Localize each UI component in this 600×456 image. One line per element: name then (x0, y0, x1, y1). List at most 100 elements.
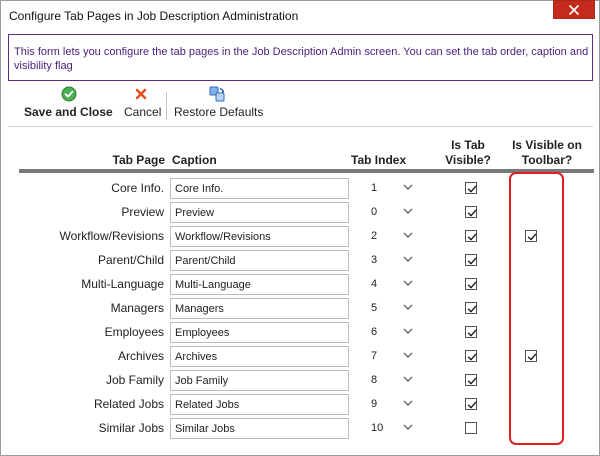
info-panel: This form lets you configure the tab pag… (8, 34, 593, 81)
caption-input[interactable] (170, 274, 349, 295)
checkmark-icon (467, 281, 477, 289)
tab-index-value: 7 (371, 350, 378, 362)
checkmark-icon (467, 233, 477, 241)
refresh-icon (209, 86, 225, 102)
table-row: Multi-Language 4 (1, 273, 600, 295)
checkmark-icon (467, 377, 477, 385)
table-row: Managers 5 (1, 297, 600, 319)
restore-defaults-button[interactable]: Restore Defaults (172, 84, 264, 122)
is-tab-visible-checkbox[interactable] (465, 398, 477, 410)
caption-input[interactable] (170, 202, 349, 223)
header-caption: Caption (172, 153, 217, 167)
is-tab-visible-checkbox[interactable] (465, 422, 477, 434)
tab-index-dropdown[interactable]: 1 (365, 178, 418, 199)
tab-index-dropdown[interactable]: 3 (365, 250, 418, 271)
tab-index-dropdown[interactable]: 2 (365, 226, 418, 247)
caption-input[interactable] (170, 346, 349, 367)
caption-input[interactable] (170, 394, 349, 415)
checkmark-icon (527, 233, 537, 241)
tab-page-name: Archives (117, 349, 164, 363)
tab-index-value: 6 (371, 326, 378, 338)
save-and-close-button[interactable]: Save and Close (21, 84, 117, 122)
tab-page-name: Related Jobs (93, 397, 164, 411)
tab-index-dropdown[interactable]: 8 (365, 370, 418, 391)
caption-input[interactable] (170, 226, 349, 247)
tab-page-name: Job Family (105, 373, 164, 387)
is-tab-visible-checkbox[interactable] (465, 326, 477, 338)
is-tab-visible-checkbox[interactable] (465, 230, 477, 242)
caption-input[interactable] (170, 322, 349, 343)
is-tab-visible-checkbox[interactable] (465, 254, 477, 266)
tab-page-name: Parent/Child (97, 253, 164, 267)
close-icon (569, 4, 579, 15)
tab-index-dropdown[interactable]: 4 (365, 274, 418, 295)
tab-page-name: Workflow/Revisions (59, 229, 164, 243)
save-and-close-label: Save and Close (24, 105, 113, 119)
chevron-down-icon (403, 376, 413, 382)
caption-input[interactable] (170, 298, 349, 319)
tab-page-name: Multi-Language (81, 277, 164, 291)
close-button[interactable] (553, 0, 595, 19)
chevron-down-icon (403, 232, 413, 238)
header-is-tab-visible: Is Tab Visible? (445, 138, 491, 167)
checkmark-icon (467, 185, 477, 193)
tab-page-name: Preview (121, 205, 164, 219)
toolbar-separator (166, 92, 167, 120)
table-row: Related Jobs 9 (1, 393, 600, 415)
checkmark-icon (467, 305, 477, 313)
tab-index-value: 0 (371, 206, 378, 218)
caption-input[interactable] (170, 250, 349, 271)
header-tab-page: Tab Page (112, 153, 165, 167)
caption-input[interactable] (170, 418, 349, 439)
table-row: Parent/Child 3 (1, 249, 600, 271)
tab-index-value: 9 (371, 398, 378, 410)
tab-page-name: Employees (104, 325, 164, 339)
tab-index-dropdown[interactable]: 9 (365, 394, 418, 415)
table-row: Workflow/Revisions 2 (1, 225, 600, 247)
chevron-down-icon (403, 208, 413, 214)
chevron-down-icon (403, 424, 413, 430)
tab-index-value: 8 (371, 374, 378, 386)
is-tab-visible-checkbox[interactable] (465, 278, 477, 290)
checkmark-icon (467, 353, 477, 361)
tab-page-name: Similar Jobs (98, 421, 164, 435)
restore-defaults-label: Restore Defaults (174, 105, 264, 119)
is-tab-visible-checkbox[interactable] (465, 206, 477, 218)
cancel-label: Cancel (124, 105, 162, 119)
configure-tab-pages-dialog: Configure Tab Pages in Job Description A… (0, 0, 600, 456)
tab-index-dropdown[interactable]: 6 (365, 322, 418, 343)
tab-page-name: Core Info. (111, 181, 164, 195)
caption-input[interactable] (170, 178, 349, 199)
tab-index-value: 2 (371, 230, 378, 242)
tab-index-value: 10 (371, 422, 384, 434)
tab-index-dropdown[interactable]: 7 (365, 346, 418, 367)
tab-index-dropdown[interactable]: 5 (365, 298, 418, 319)
tab-index-value: 4 (371, 278, 378, 290)
chevron-down-icon (403, 328, 413, 334)
tab-index-dropdown[interactable]: 10 (365, 418, 418, 439)
tab-index-value: 1 (371, 182, 378, 194)
is-tab-visible-checkbox[interactable] (465, 302, 477, 314)
tab-index-value: 5 (371, 302, 378, 314)
checkmark-icon (467, 209, 477, 217)
table-row: Employees 6 (1, 321, 600, 343)
caption-input[interactable] (170, 370, 349, 391)
is-visible-on-toolbar-checkbox[interactable] (525, 350, 537, 362)
window-title: Configure Tab Pages in Job Description A… (9, 9, 299, 23)
is-tab-visible-checkbox[interactable] (465, 374, 477, 386)
is-visible-on-toolbar-checkbox[interactable] (525, 230, 537, 242)
checkmark-icon (527, 353, 537, 361)
chevron-down-icon (403, 280, 413, 286)
cancel-button[interactable]: Cancel (121, 84, 161, 122)
checkmark-icon (467, 257, 477, 265)
checkmark-icon (61, 86, 77, 102)
header-tab-index: Tab Index (351, 153, 407, 167)
title-bar: Configure Tab Pages in Job Description A… (1, 0, 599, 31)
chevron-down-icon (403, 304, 413, 310)
tab-index-dropdown[interactable]: 0 (365, 202, 418, 223)
table-row: Job Family 8 (1, 369, 600, 391)
chevron-down-icon (403, 352, 413, 358)
is-tab-visible-checkbox[interactable] (465, 350, 477, 362)
chevron-down-icon (403, 184, 413, 190)
is-tab-visible-checkbox[interactable] (465, 182, 477, 194)
